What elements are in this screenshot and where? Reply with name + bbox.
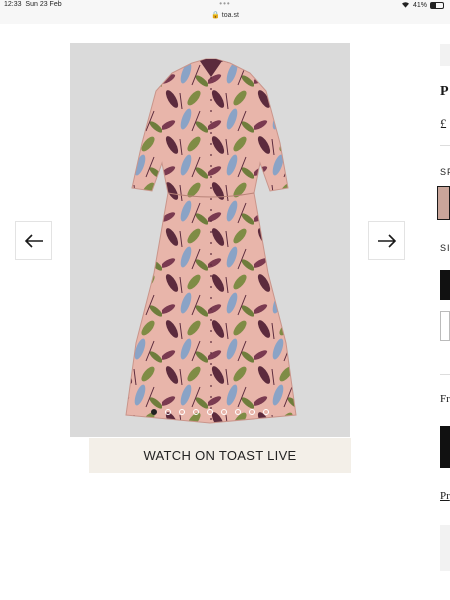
product-price: £ — [440, 116, 447, 131]
product-image[interactable] — [70, 43, 350, 437]
breadcrumb-box — [440, 44, 450, 66]
carousel-dot[interactable] — [165, 409, 171, 415]
free-delivery-text: Fr — [440, 393, 450, 405]
lock-icon: 🔒 — [211, 12, 220, 19]
carousel-dots — [70, 409, 350, 415]
size-label: SI — [440, 243, 450, 253]
url-bar[interactable]: 🔒 toa.st — [0, 11, 450, 19]
colour-label: SP — [440, 167, 450, 177]
status-bar: 12:33 Sun 23 Feb ••• 🔒 toa.st 41% — [0, 0, 450, 24]
add-to-bag-button[interactable] — [440, 426, 450, 468]
watch-on-toast-live-button[interactable]: WATCH ON TOAST LIVE — [89, 438, 351, 473]
carousel-dot[interactable] — [263, 409, 269, 415]
size-select[interactable] — [440, 270, 450, 300]
carousel-dot[interactable] — [207, 409, 213, 415]
arrow-left-icon — [24, 233, 43, 248]
battery-icon — [430, 2, 444, 9]
carousel-dot[interactable] — [249, 409, 255, 415]
product-details-link[interactable]: Pr — [440, 490, 450, 502]
info-box — [440, 525, 450, 571]
carousel-dot[interactable] — [151, 409, 157, 415]
wifi-icon — [401, 1, 410, 10]
carousel-dot[interactable] — [193, 409, 199, 415]
url-text: toa.st — [221, 12, 239, 19]
product-title: P — [440, 84, 449, 99]
carousel-dot[interactable] — [221, 409, 227, 415]
carousel-dot[interactable] — [235, 409, 241, 415]
status-right: 41% — [401, 1, 444, 10]
size-option[interactable] — [440, 311, 450, 341]
battery-percent: 41% — [412, 2, 427, 9]
arrow-right-icon — [377, 233, 396, 248]
divider — [440, 374, 450, 375]
divider — [440, 145, 450, 146]
dress-illustration — [70, 43, 350, 437]
more-dots[interactable]: ••• — [0, 0, 450, 8]
previous-image-button[interactable] — [15, 221, 52, 260]
carousel-dot[interactable] — [179, 409, 185, 415]
colour-swatch[interactable] — [437, 186, 450, 220]
next-image-button[interactable] — [368, 221, 405, 260]
